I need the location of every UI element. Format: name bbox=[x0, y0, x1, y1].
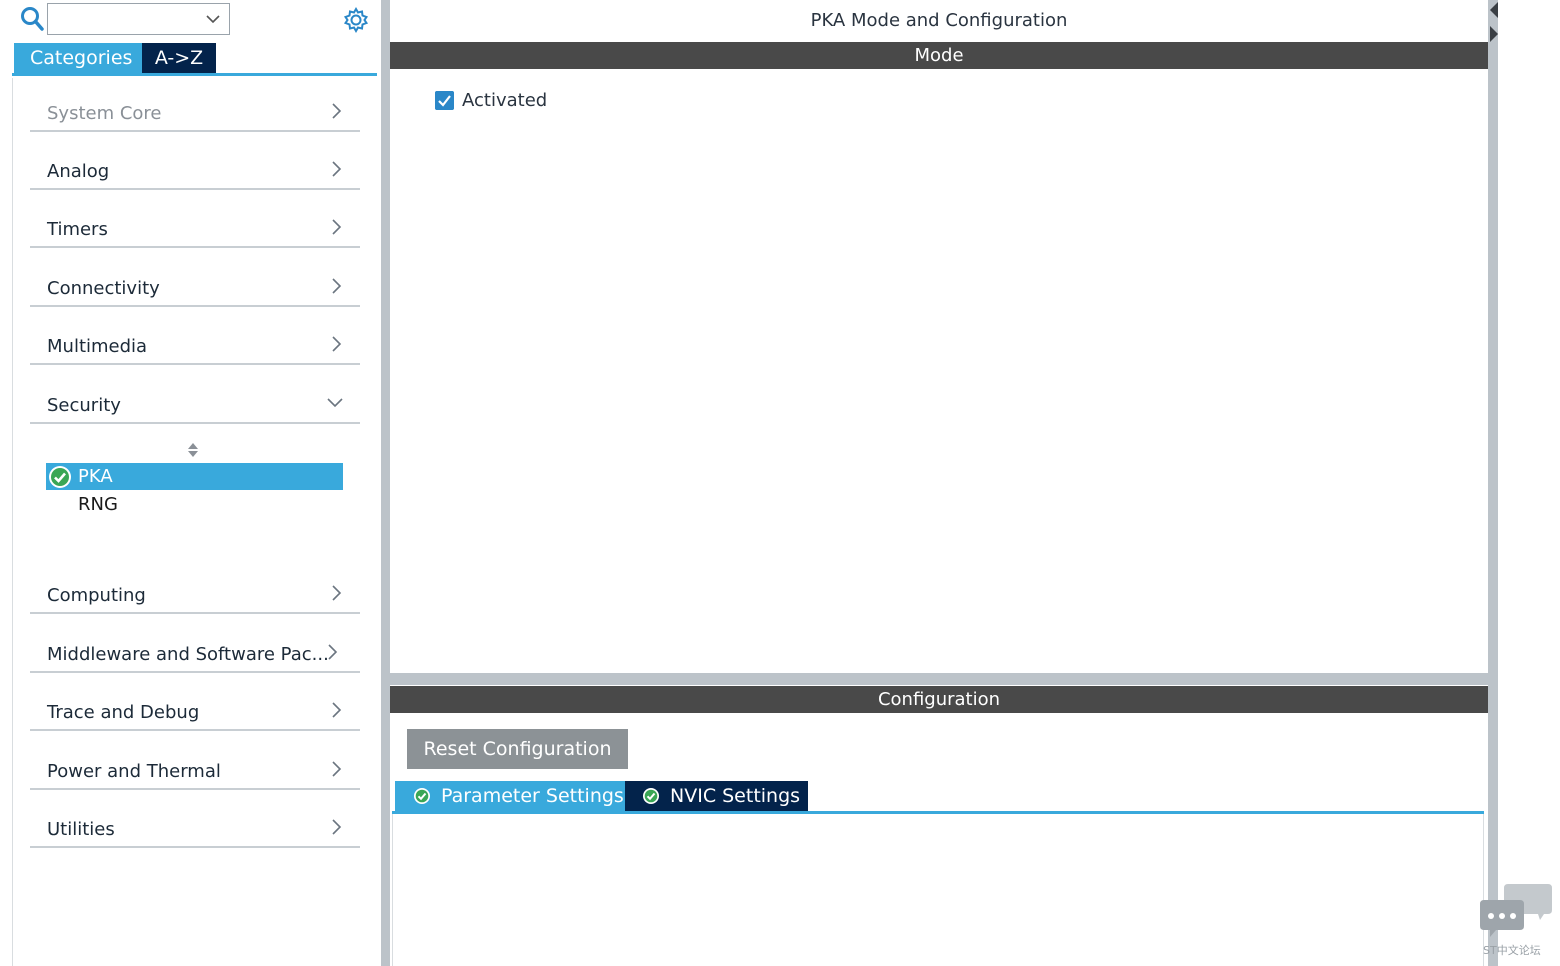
list-item-label: PKA bbox=[78, 466, 113, 487]
category-label: Timers bbox=[47, 219, 108, 240]
chat-bubbles-icon bbox=[1480, 884, 1552, 937]
category-label: System Core bbox=[47, 103, 162, 124]
forum-caption: ST中文论坛 bbox=[1483, 944, 1541, 957]
category-label: Analog bbox=[47, 161, 110, 182]
left-panel: Categories A->Z System Core Analog Timer… bbox=[0, 0, 380, 966]
checkbox-checked-icon bbox=[435, 91, 454, 110]
activated-label: Activated bbox=[462, 90, 548, 111]
check-circle-icon bbox=[643, 788, 659, 804]
check-circle-icon bbox=[49, 466, 71, 488]
category-system-core[interactable]: System Core bbox=[30, 92, 360, 132]
tabs-underline bbox=[12, 73, 377, 76]
chevron-right-icon bbox=[332, 161, 342, 177]
tab-label: NVIC Settings bbox=[670, 785, 801, 807]
chevron-right-icon bbox=[332, 585, 342, 601]
category-label: Middleware and Software Pac... bbox=[47, 644, 329, 665]
tab-parameter-settings[interactable]: Parameter Settings bbox=[395, 781, 625, 811]
section-splitter[interactable] bbox=[390, 673, 1488, 685]
configuration-tabs: Parameter Settings NVIC Settings bbox=[395, 781, 808, 811]
category-utilities[interactable]: Utilities bbox=[30, 808, 360, 848]
tab-nvic-settings[interactable]: NVIC Settings bbox=[625, 781, 808, 811]
category-label: Connectivity bbox=[47, 278, 160, 299]
chevron-right-icon bbox=[332, 103, 342, 119]
panel-splitter[interactable] bbox=[378, 0, 390, 966]
configuration-header: Configuration bbox=[390, 686, 1488, 713]
category-multimedia[interactable]: Multimedia bbox=[30, 325, 360, 365]
activated-checkbox[interactable]: Activated bbox=[435, 90, 547, 111]
category-security[interactable]: Security bbox=[30, 384, 360, 424]
forum-chat-logo: ST中文论坛 bbox=[1478, 880, 1558, 966]
chevron-right-icon bbox=[332, 336, 342, 352]
tab-categories[interactable]: Categories bbox=[14, 43, 142, 73]
gear-icon[interactable] bbox=[342, 6, 370, 34]
category-computing[interactable]: Computing bbox=[30, 574, 360, 614]
right-splitter[interactable] bbox=[1488, 0, 1498, 966]
category-analog[interactable]: Analog bbox=[30, 150, 360, 190]
mode-header: Mode bbox=[390, 42, 1488, 69]
search-icon[interactable] bbox=[20, 6, 44, 32]
category-power-and-thermal[interactable]: Power and Thermal bbox=[30, 750, 360, 790]
chevron-right-icon bbox=[328, 644, 338, 660]
category-middleware[interactable]: Middleware and Software Pac... bbox=[30, 633, 360, 673]
category-label: Computing bbox=[47, 585, 146, 606]
chevron-right-icon bbox=[332, 219, 342, 235]
category-trace-and-debug[interactable]: Trace and Debug bbox=[30, 691, 360, 731]
category-label: Trace and Debug bbox=[47, 702, 200, 723]
category-timers[interactable]: Timers bbox=[30, 208, 360, 248]
chevron-right-icon bbox=[332, 278, 342, 294]
search-combobox[interactable] bbox=[47, 3, 230, 35]
sort-icon[interactable] bbox=[187, 442, 199, 458]
chevron-down-icon bbox=[327, 398, 343, 408]
reset-configuration-button[interactable]: Reset Configuration bbox=[407, 729, 628, 769]
chevron-right-icon bbox=[332, 819, 342, 835]
category-list: System Core Analog Timers Connectivity M… bbox=[12, 78, 377, 966]
check-circle-icon bbox=[414, 788, 430, 804]
chevron-right-icon bbox=[332, 702, 342, 718]
list-item-rng[interactable]: RNG bbox=[46, 491, 343, 518]
category-tabs: Categories A->Z bbox=[14, 43, 216, 73]
list-item-pka[interactable]: PKA bbox=[46, 463, 343, 490]
category-connectivity[interactable]: Connectivity bbox=[30, 267, 360, 307]
category-label: Utilities bbox=[47, 819, 115, 840]
tab-a-to-z[interactable]: A->Z bbox=[142, 43, 216, 73]
list-item-label: RNG bbox=[78, 494, 118, 515]
category-label: Security bbox=[47, 395, 121, 416]
chevron-right-icon bbox=[332, 761, 342, 777]
configuration-panel: PKA Mode and Configuration Mode Activate… bbox=[390, 0, 1488, 966]
collapse-arrows-icon[interactable] bbox=[1488, 0, 1500, 48]
panel-title: PKA Mode and Configuration bbox=[810, 10, 1068, 31]
tab-content-area bbox=[392, 814, 1484, 966]
chevron-down-icon bbox=[206, 15, 220, 24]
category-label: Power and Thermal bbox=[47, 761, 221, 782]
tab-label: Parameter Settings bbox=[441, 785, 624, 807]
category-label: Multimedia bbox=[47, 336, 148, 357]
